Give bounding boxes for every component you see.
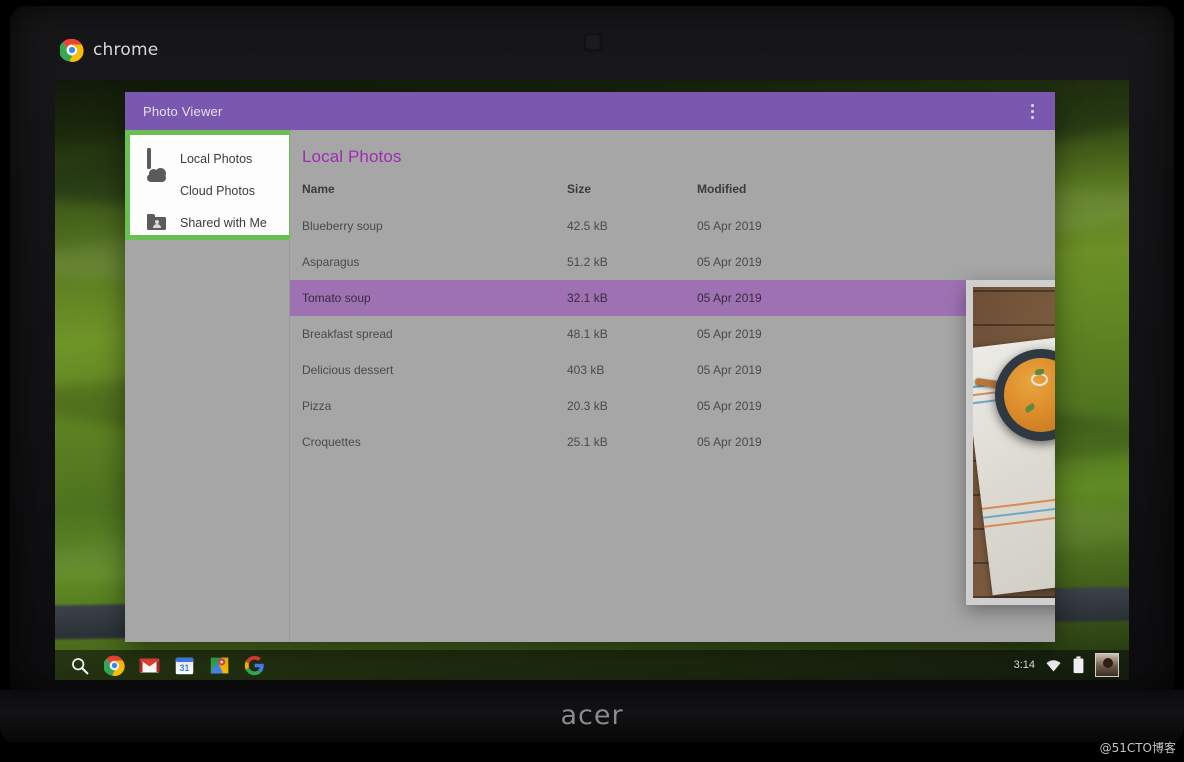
table-row[interactable]: Breakfast spread 48.1 kB 05 Apr 2019: [290, 316, 1055, 352]
wifi-icon[interactable]: [1045, 657, 1062, 674]
file-table-body: Blueberry soup 42.5 kB 05 Apr 2019 Asparagu…: [290, 208, 1055, 460]
chrome-logo-icon: [59, 38, 84, 62]
drawer-item-list: Local Photos Cloud Photos Shared with Me: [130, 135, 289, 239]
preview-photo[interactable]: [966, 280, 1055, 605]
shelf-app-list: 31: [55, 655, 265, 676]
navigation-drawer: Local Photos Cloud Photos Shared with Me: [125, 130, 294, 642]
file-name: Pizza: [302, 399, 332, 413]
file-size: 25.1 kB: [567, 435, 608, 449]
file-name: Asparagus: [302, 255, 360, 269]
table-row[interactable]: Delicious dessert 403 kB 05 Apr 2019: [290, 352, 1055, 388]
column-header-modified[interactable]: Modified: [685, 176, 1055, 208]
table-header-row: Name Size Modified: [290, 176, 1055, 208]
laptop-foot: [0, 742, 1184, 762]
chrome-wordmark: chrome: [93, 40, 159, 60]
file-size: 48.1 kB: [567, 327, 608, 341]
table-row[interactable]: Tomato soup 32.1 kB 05 Apr 2019: [290, 280, 1055, 316]
maps-icon[interactable]: [209, 655, 230, 676]
gmail-icon[interactable]: [139, 655, 160, 676]
photo-icon: [147, 147, 166, 169]
more-vert-icon[interactable]: [1021, 98, 1043, 124]
sidebar-item-label: Shared with Me: [180, 216, 267, 230]
page-title: Local Photos: [302, 147, 402, 166]
table-row[interactable]: Asparagus 51.2 kB 05 Apr 2019: [290, 244, 1055, 280]
content-area: Local Photos Name Size Modified Blueberr…: [290, 130, 1055, 642]
file-modified: 05 Apr 2019: [697, 255, 762, 269]
file-size: 403 kB: [567, 363, 605, 377]
calendar-icon[interactable]: 31: [174, 655, 195, 676]
app-bar: Photo Viewer: [125, 92, 1055, 130]
webcam-icon: [584, 33, 602, 51]
file-name: Delicious dessert: [302, 363, 394, 377]
file-size: 51.2 kB: [567, 255, 608, 269]
column-header-size[interactable]: Size: [555, 176, 685, 208]
folder-shared-icon: [147, 213, 166, 233]
file-size: 20.3 kB: [567, 399, 608, 413]
watermark: @51CTO博客: [1099, 741, 1176, 755]
app-body: Local Photos Cloud Photos Shared with Me…: [125, 130, 1055, 642]
column-header-name[interactable]: Name: [290, 176, 555, 208]
chrome-branding: chrome: [59, 38, 159, 62]
file-name: Croquettes: [302, 435, 361, 449]
sidebar-item-label: Local Photos: [180, 152, 253, 166]
acer-logo: acer: [560, 700, 624, 731]
battery-icon[interactable]: [1072, 656, 1085, 674]
file-modified: 05 Apr 2019: [697, 219, 762, 233]
table-row[interactable]: Blueberry soup 42.5 kB 05 Apr 2019: [290, 208, 1055, 244]
sidebar-item-label: Cloud Photos: [180, 184, 256, 198]
app-title: Photo Viewer: [143, 103, 223, 119]
shelf-status-area[interactable]: 3:14: [1014, 653, 1129, 677]
file-name: Breakfast spread: [302, 327, 393, 341]
file-size: 42.5 kB: [567, 219, 608, 233]
search-icon[interactable]: [69, 655, 90, 676]
preview-photo-image: [973, 287, 1055, 598]
table-row[interactable]: Croquettes 25.1 kB 05 Apr 2019: [290, 424, 1055, 460]
desktop-wallpaper: 31 3:14 Photo Viewer Local Photos Cloud …: [55, 80, 1129, 680]
file-table: Name Size Modified Blueberry soup 42.5 kB…: [290, 176, 1055, 460]
photo-viewer-window: Photo Viewer Local Photos Cloud Photos S…: [125, 92, 1055, 642]
google-icon[interactable]: [244, 655, 265, 676]
sidebar-item-shared-with-me[interactable]: Shared with Me: [130, 207, 289, 239]
chromeos-shelf: 31 3:14: [55, 650, 1129, 680]
file-table-head: Name Size Modified: [290, 176, 1055, 208]
screenshot-stage: chrome 31 3:14 Photo Viewer Local Photos…: [0, 0, 1184, 762]
table-row[interactable]: Pizza 20.3 kB 05 Apr 2019: [290, 388, 1055, 424]
avatar[interactable]: [1095, 653, 1119, 677]
svg-text:31: 31: [180, 663, 190, 673]
clock[interactable]: 3:14: [1014, 659, 1035, 671]
photo-garnish: [1035, 369, 1044, 375]
chrome-icon[interactable]: [103, 655, 125, 676]
file-name: Tomato soup: [290, 280, 555, 316]
file-name: Blueberry soup: [302, 219, 383, 233]
drawer-highlight-box: Local Photos Cloud Photos Shared with Me: [125, 130, 294, 240]
sidebar-item-cloud-photos[interactable]: Cloud Photos: [130, 167, 289, 207]
file-size: 32.1 kB: [555, 280, 685, 316]
cloud-icon: [147, 167, 166, 201]
